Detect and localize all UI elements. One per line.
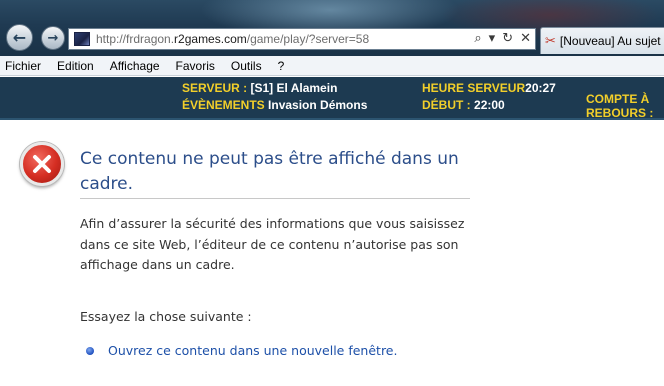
browser-tab[interactable]: ✂ [Nouveau] Au sujet	[540, 27, 664, 54]
back-button[interactable]: ←	[6, 24, 33, 51]
server-time-value: 20:27	[525, 81, 556, 95]
menu-help[interactable]: ?	[278, 59, 285, 73]
menu-favoris[interactable]: Favoris	[176, 59, 215, 73]
suggestion-heading: Essayez la chose suivante :	[80, 309, 252, 324]
refresh-icon[interactable]: ↻	[502, 31, 513, 46]
start-value: 22:00	[474, 98, 505, 112]
url-path: /game/play/?server=58	[246, 32, 370, 46]
address-bar-actions: ⌕ ▾ ↻ ✕	[474, 31, 531, 46]
url-host: r2games.com	[174, 32, 247, 46]
menu-outils[interactable]: Outils	[231, 59, 262, 73]
countdown-label-line2: REBOURS :	[586, 106, 654, 120]
search-icon[interactable]: ⌕	[474, 31, 481, 46]
error-title: Ce contenu ne peut pas être affiché dans…	[80, 149, 459, 194]
server-row: SERVEUR : [S1] El Alamein	[182, 81, 337, 95]
tab-favicon-icon: ✂	[545, 33, 556, 49]
bullet-icon	[86, 346, 94, 355]
menu-affichage[interactable]: Affichage	[110, 59, 160, 73]
browser-toolbar: ← → http://frdragon.r2games.com/game/pla…	[0, 0, 664, 56]
error-divider	[80, 198, 470, 199]
events-value: Invasion Démons	[268, 98, 368, 112]
error-x-icon	[33, 155, 51, 173]
countdown-label-line1: COMPTE À	[586, 92, 650, 106]
server-value: [S1] El Alamein	[250, 81, 338, 95]
forward-button[interactable]: →	[41, 26, 65, 50]
tab-label: [Nouveau] Au sujet	[559, 34, 661, 48]
events-label: ÉVÈNEMENTS	[182, 98, 265, 112]
server-time-label: HEURE SERVEUR	[422, 81, 526, 95]
url-text[interactable]: http://frdragon.r2games.com/game/play/?s…	[96, 32, 369, 46]
open-in-new-window-link[interactable]: Ouvrez ce contenu dans une nouvelle fenê…	[108, 343, 397, 358]
forward-arrow-icon: →	[47, 30, 59, 46]
site-favicon-icon	[74, 32, 90, 46]
menu-bar: Fichier Edition Affichage Favoris Outils…	[0, 56, 664, 76]
stop-icon[interactable]: ✕	[520, 31, 531, 46]
address-bar[interactable]: http://frdragon.r2games.com/game/play/?s…	[68, 28, 536, 50]
start-row: DÉBUT : 22:00	[422, 98, 505, 112]
menu-fichier[interactable]: Fichier	[5, 59, 41, 73]
back-arrow-icon: ←	[12, 28, 27, 47]
start-label: DÉBUT :	[422, 98, 471, 112]
dropdown-icon[interactable]: ▾	[489, 31, 496, 46]
events-row: ÉVÈNEMENTS Invasion Démons	[182, 98, 367, 112]
game-status-banner: SERVEUR : [S1] El Alamein ÉVÈNEMENTS Inv…	[0, 77, 664, 120]
time-row: HEURE SERVEUR20:27	[422, 81, 556, 95]
server-label: SERVEUR :	[182, 81, 248, 95]
suggestion-item: Ouvrez ce contenu dans une nouvelle fenê…	[86, 343, 397, 358]
error-description: Afin d’assurer la sécurité des informati…	[80, 216, 465, 272]
url-prefix: http://frdragon.	[96, 32, 175, 46]
error-icon	[20, 142, 64, 186]
menu-edition[interactable]: Edition	[57, 59, 94, 73]
